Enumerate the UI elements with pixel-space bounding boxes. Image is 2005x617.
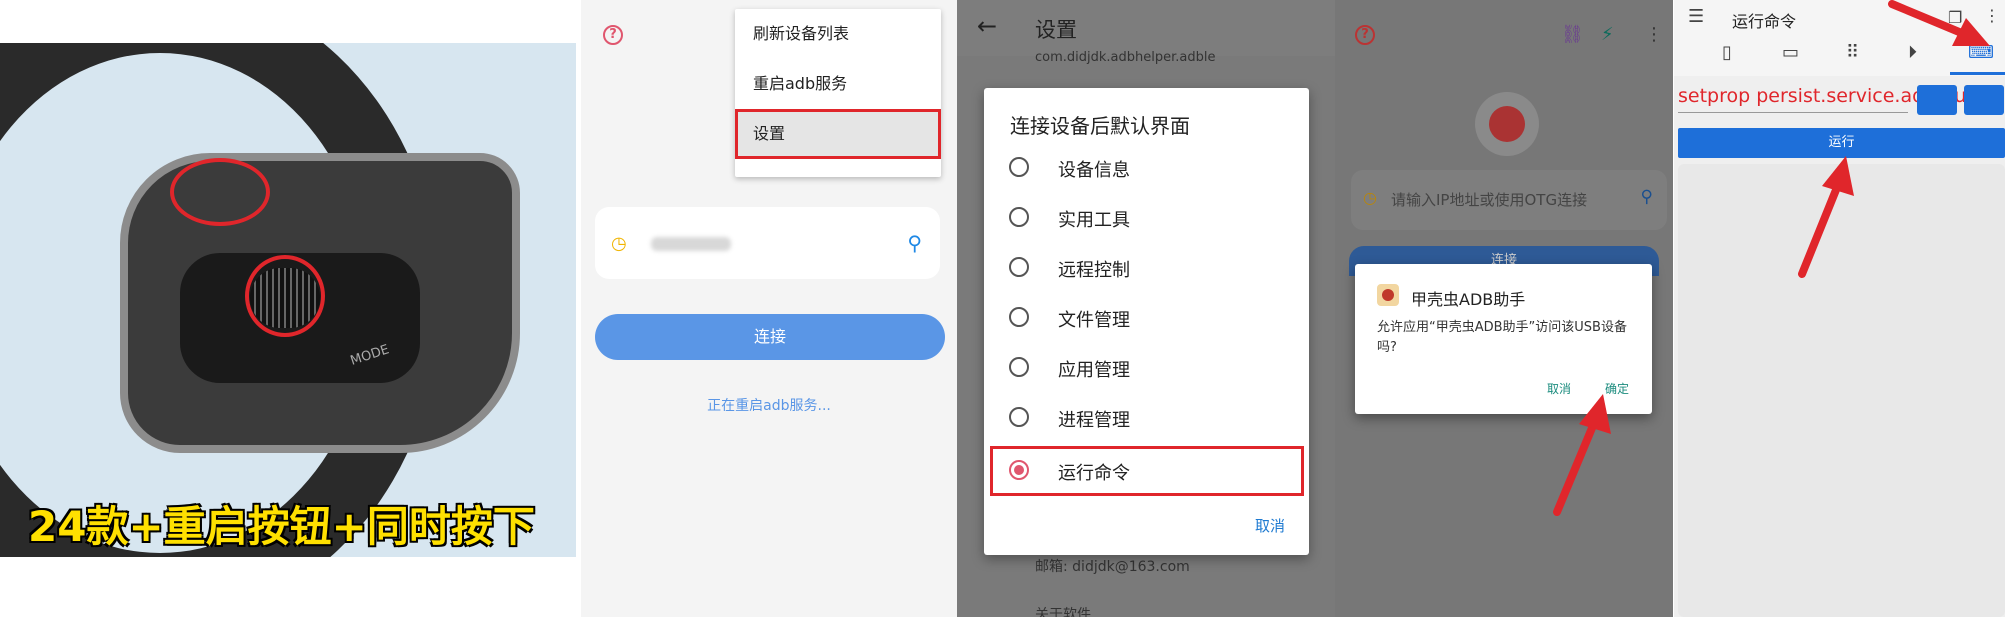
radio-icon[interactable] (1009, 257, 1029, 277)
history-button[interactable] (1917, 85, 1957, 115)
option-device-info[interactable]: 设备信息 (984, 146, 1309, 190)
more-icon[interactable]: ⋮ (1645, 24, 1663, 45)
dialog-title: 连接设备后默认界面 (1010, 114, 1190, 138)
dialog-cancel-button[interactable]: 取消 (1255, 515, 1285, 536)
history-icon[interactable]: ◷ (1363, 188, 1377, 207)
radio-icon[interactable] (1009, 307, 1029, 327)
mouse-icon[interactable]: ▯ (1722, 42, 1732, 63)
option-run-command[interactable]: 运行命令 (990, 446, 1304, 496)
status-text: 正在重启adb服务... (707, 398, 831, 414)
radio-icon[interactable] (1009, 207, 1029, 227)
command-input[interactable]: setprop persist.service.adb.button (1678, 85, 2005, 113)
radio-icon[interactable] (1009, 357, 1029, 377)
default-screen-dialog: 连接设备后默认界面 设备信息 实用工具 远程控制 文件管理 应用管理 进程管理 … (984, 88, 1309, 555)
dialog-message: 允许应用“甲壳虫ADB助手”访问该USB设备吗? (1377, 320, 1627, 355)
option-process-manager[interactable]: 进程管理 (984, 396, 1309, 440)
folder-icon[interactable]: ▭ (1782, 42, 1799, 63)
ip-input-placeholder[interactable]: 请输入IP地址或使用OTG连接 (1391, 189, 1587, 210)
flash-icon[interactable]: ⚡ (1601, 24, 1614, 45)
history-icon[interactable]: ◷ (611, 233, 627, 254)
connect-button[interactable]: 连接 (595, 314, 945, 360)
settings-app-bar: ← 设置 (957, 0, 1335, 56)
settings-panel: ← 设置 com.didjdk.adbhelper.adble 邮箱: didj… (957, 0, 1335, 617)
ip-address-field[interactable] (651, 237, 731, 251)
pointer-arrow (1553, 394, 1611, 516)
pointer-arrow (1888, 0, 1990, 46)
search-icon[interactable]: ⚲ (1641, 187, 1653, 207)
radio-icon[interactable] (1009, 157, 1029, 177)
clear-button[interactable] (1964, 85, 2004, 115)
about-text[interactable]: 关于软件 (1035, 604, 1091, 617)
search-icon[interactable]: ⚲ (907, 231, 922, 255)
settings-title: 设置 (1035, 18, 1077, 42)
app-icon (1377, 284, 1399, 306)
back-arrow-icon[interactable]: ← (977, 12, 997, 40)
photo-panel: MODE 24款+重启按钮+同时按下 (0, 0, 580, 617)
steering-wheel-photo: MODE 24款+重启按钮+同时按下 (0, 43, 576, 557)
option-remote-control[interactable]: 远程控制 (984, 246, 1309, 290)
voice-button-highlight (170, 158, 270, 226)
link-icon[interactable]: ⛓ (1561, 24, 1584, 45)
run-command-title: 运行命令 (1732, 12, 1797, 31)
knob-highlight (245, 255, 325, 337)
ip-input-card[interactable]: ◷ 请输入IP地址或使用OTG连接 ⚲ (1351, 170, 1667, 230)
run-command-panel: ☰ 运行命令 ❐ ⋮ ▯ ▭ ⠿ ⏵ ⌨ setprop persist.ser… (1674, 0, 2005, 617)
option-file-manager[interactable]: 文件管理 (984, 296, 1309, 340)
apps-grid-icon[interactable]: ⠿ (1846, 42, 1859, 63)
option-app-manager[interactable]: 应用管理 (984, 346, 1309, 390)
menu-item-restart-adb[interactable]: 重启adb服务 (735, 59, 941, 109)
photo-caption: 24款+重启按钮+同时按下 (28, 502, 535, 551)
email-text: 邮箱: didjdk@163.com (1035, 559, 1190, 575)
menu-item-refresh[interactable]: 刷新设备列表 (735, 9, 941, 59)
home-menu-panel: ? ◷ ⚲ 连接 正在重启adb服务... 刷新设备列表 重启adb服务 设置 (581, 0, 957, 617)
ip-input-card[interactable]: ◷ ⚲ (595, 207, 940, 279)
overflow-menu: 刷新设备列表 重启adb服务 设置 (735, 9, 941, 177)
usb-permission-panel: ? ⛓ ⚡ ⋮ ◷ 请输入IP地址或使用OTG连接 ⚲ 连接 甲壳虫ADB助手 … (1335, 0, 1673, 617)
help-icon[interactable]: ? (603, 25, 623, 45)
menu-item-settings[interactable]: 设置 (735, 109, 941, 159)
pointer-arrow (1798, 156, 1854, 278)
app-logo (1475, 92, 1539, 156)
settings-subtitle: com.didjdk.adbhelper.adble (1035, 50, 1216, 65)
hamburger-menu-icon[interactable]: ☰ (1688, 6, 1704, 27)
help-icon[interactable]: ? (1355, 25, 1375, 45)
radio-selected-icon[interactable] (1009, 460, 1029, 480)
active-tab-indicator (1950, 72, 2005, 75)
option-tools[interactable]: 实用工具 (984, 196, 1309, 240)
ladybug-icon (1489, 106, 1525, 142)
radio-icon[interactable] (1009, 407, 1029, 427)
dialog-app-name: 甲壳虫ADB助手 (1411, 290, 1526, 309)
